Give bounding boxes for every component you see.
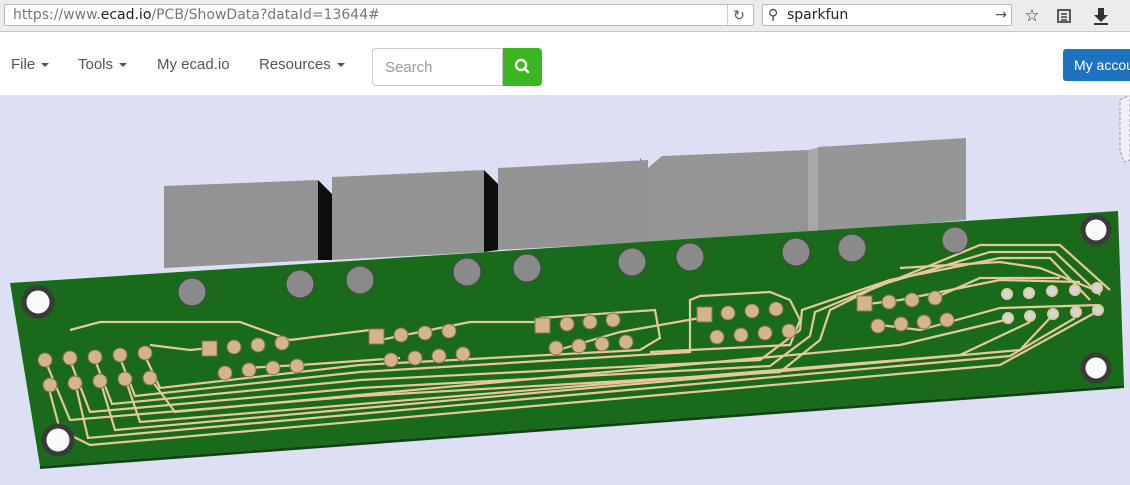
reading-list-icon[interactable] (1053, 5, 1075, 27)
browser-toolbar: https://www.ecad.io/PCB/ShowData?dataId=… (0, 0, 1130, 32)
search-icon (514, 58, 530, 74)
caret-down-icon (119, 63, 128, 68)
search-icon: ⚲ (768, 7, 779, 23)
bookmark-star-icon[interactable]: ☆ (1021, 5, 1043, 27)
download-icon[interactable] (1090, 5, 1112, 27)
nav-tools-menu[interactable]: Tools (78, 56, 128, 73)
site-navbar: File Tools My ecad.io Resources Search M… (0, 32, 1130, 96)
nav-my-ecad[interactable]: My ecad.io (157, 56, 230, 73)
url-prefix: https://www. (13, 7, 101, 23)
view-cube[interactable] (1119, 94, 1130, 163)
pcb-3d-viewport[interactable] (0, 94, 1130, 480)
address-bar[interactable]: https://www.ecad.io/PCB/ShowData?dataId=… (4, 4, 754, 26)
url-path: /PCB/ShowData?dataId=13644# (151, 7, 380, 23)
nav-file-label: File (11, 56, 36, 73)
site-search-input[interactable]: Search (372, 48, 503, 86)
connector-block (648, 150, 808, 242)
pcb-3d-render (10, 94, 1130, 469)
nav-resources-menu[interactable]: Resources (259, 56, 345, 73)
my-account-button[interactable]: My account (1063, 49, 1130, 81)
caret-down-icon (336, 63, 345, 68)
go-arrow-icon[interactable]: → (995, 5, 1007, 25)
url-host: ecad.io (100, 7, 152, 23)
site-search-button[interactable] (503, 48, 542, 86)
browser-search-field[interactable]: ⚲ sparkfun → (762, 4, 1012, 26)
caret-down-icon (41, 63, 50, 68)
connector-block (164, 180, 318, 268)
connector-block (498, 160, 648, 250)
connector-block (332, 170, 484, 260)
connector-block (818, 138, 966, 232)
nav-tools-label: Tools (78, 56, 114, 73)
nav-resources-label: Resources (259, 56, 331, 73)
nav-file-menu[interactable]: File (11, 56, 50, 73)
browser-search-value: sparkfun (787, 7, 849, 23)
reload-icon[interactable]: ↻ (727, 5, 750, 25)
